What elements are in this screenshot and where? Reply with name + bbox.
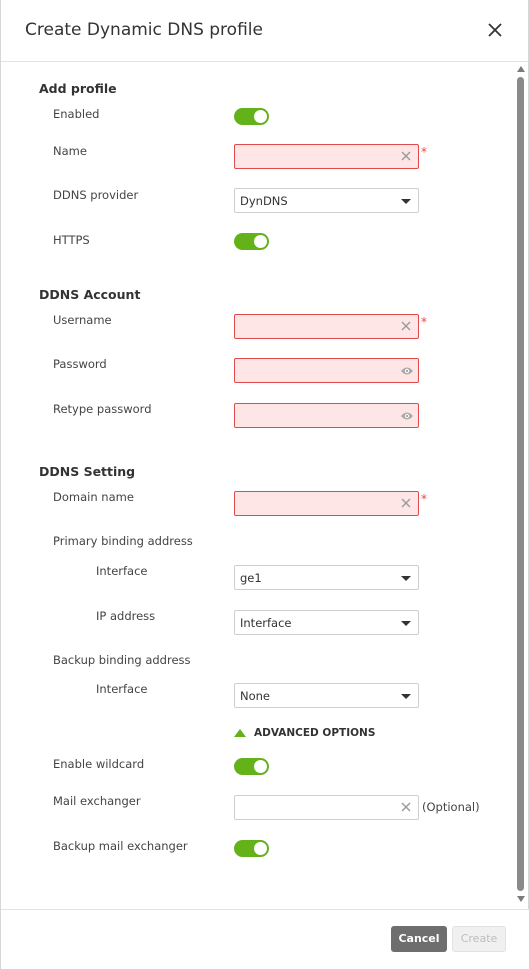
https-label: HTTPS <box>53 233 90 247</box>
name-field[interactable] <box>234 144 419 169</box>
primary-interface-label: Interface <box>96 564 148 578</box>
primary-ip-select[interactable]: Interface <box>234 610 419 635</box>
domain-name-input[interactable] <box>235 492 395 515</box>
backup-binding-label: Backup binding address <box>53 653 191 667</box>
cancel-button[interactable]: Cancel <box>391 926 447 952</box>
create-ddns-dialog: Create Dynamic DNS profile Add profile E… <box>0 0 529 969</box>
name-label: Name <box>53 144 87 158</box>
section-title-ddns-account: DDNS Account <box>39 287 141 302</box>
advanced-options-label: ADVANCED OPTIONS <box>254 727 376 739</box>
required-marker: * <box>421 492 427 506</box>
domain-name-field[interactable] <box>234 491 419 516</box>
caret-down-icon <box>401 576 411 581</box>
eye-icon[interactable] <box>400 365 414 377</box>
caret-down-icon <box>401 199 411 204</box>
ddns-provider-label: DDNS provider <box>53 188 139 202</box>
enabled-label: Enabled <box>53 107 100 121</box>
toggle-knob <box>254 842 267 855</box>
primary-ip-label: IP address <box>96 609 156 623</box>
caret-down-icon <box>401 694 411 699</box>
scrollbar-thumb[interactable] <box>517 77 524 891</box>
enabled-toggle[interactable] <box>234 108 269 125</box>
retype-password-input[interactable] <box>235 404 395 427</box>
create-button[interactable]: Create <box>452 926 506 952</box>
mail-exchanger-input[interactable] <box>235 796 395 819</box>
toggle-knob <box>254 235 267 248</box>
required-marker: * <box>421 145 427 159</box>
primary-interface-select[interactable]: ge1 <box>234 565 419 590</box>
optional-hint: (Optional) <box>422 800 480 814</box>
triangle-up-icon <box>234 729 246 737</box>
retype-password-field[interactable] <box>234 403 419 428</box>
section-title-add-profile: Add profile <box>39 81 117 96</box>
primary-binding-label: Primary binding address <box>53 534 193 548</box>
retype-password-label: Retype password <box>53 402 152 416</box>
username-field[interactable] <box>234 314 419 339</box>
primary-ip-value: Interface <box>240 616 292 630</box>
https-toggle[interactable] <box>234 233 269 250</box>
password-field[interactable] <box>234 358 419 383</box>
backup-interface-value: None <box>240 689 271 703</box>
close-icon[interactable] <box>485 20 505 40</box>
clear-icon[interactable] <box>400 497 412 509</box>
clear-icon[interactable] <box>400 320 412 332</box>
ddns-provider-value: DynDNS <box>240 194 288 208</box>
dialog-title: Create Dynamic DNS profile <box>25 20 263 40</box>
scroll-up-arrow-icon[interactable] <box>517 66 525 72</box>
mail-exchanger-label: Mail exchanger <box>53 794 141 808</box>
scroll-down-arrow-icon[interactable] <box>517 896 525 902</box>
caret-down-icon <box>401 621 411 626</box>
toggle-knob <box>254 110 267 123</box>
backup-mail-exchanger-label: Backup mail exchanger <box>53 839 188 853</box>
backup-interface-select[interactable]: None <box>234 683 419 708</box>
dialog-footer <box>1 909 529 969</box>
required-marker: * <box>421 315 427 329</box>
password-input[interactable] <box>235 359 395 382</box>
mail-exchanger-field[interactable] <box>234 795 419 820</box>
username-input[interactable] <box>235 315 395 338</box>
primary-interface-value: ge1 <box>240 571 262 585</box>
section-title-ddns-setting: DDNS Setting <box>39 464 136 479</box>
toggle-knob <box>254 760 267 773</box>
enable-wildcard-toggle[interactable] <box>234 758 269 775</box>
clear-icon[interactable] <box>400 801 412 813</box>
dialog-header: Create Dynamic DNS profile <box>1 0 529 62</box>
backup-interface-label: Interface <box>96 682 148 696</box>
domain-name-label: Domain name <box>53 490 134 504</box>
password-label: Password <box>53 357 107 371</box>
clear-icon[interactable] <box>400 150 412 162</box>
enable-wildcard-label: Enable wildcard <box>53 757 145 771</box>
eye-icon[interactable] <box>400 410 414 422</box>
name-input[interactable] <box>235 145 395 168</box>
backup-mail-exchanger-toggle[interactable] <box>234 840 269 857</box>
ddns-provider-select[interactable]: DynDNS <box>234 188 419 213</box>
username-label: Username <box>53 313 112 327</box>
